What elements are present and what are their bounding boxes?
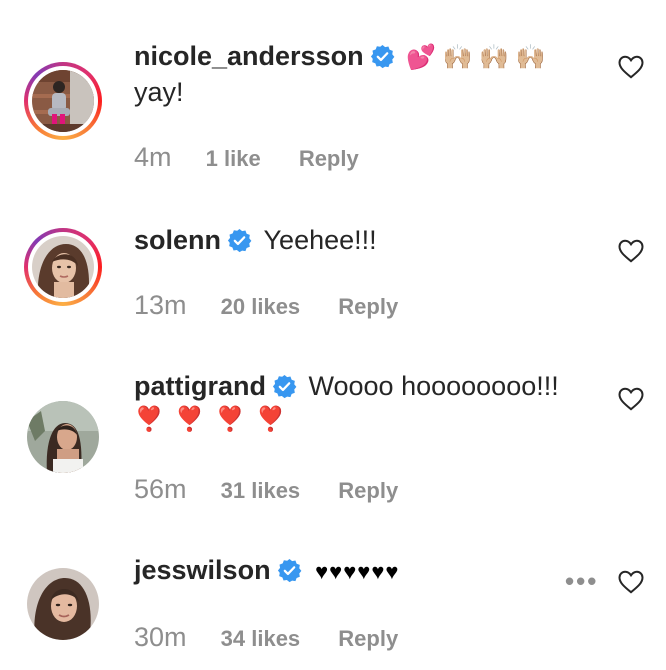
username[interactable]: solenn: [134, 225, 221, 255]
username[interactable]: jesswilson: [134, 555, 271, 585]
more-options-icon[interactable]: •••: [565, 566, 598, 597]
avatar[interactable]: [24, 228, 102, 306]
username[interactable]: pattigrand: [134, 371, 266, 401]
verified-badge-icon: [227, 228, 252, 253]
reply-button[interactable]: Reply: [338, 626, 398, 651]
timestamp[interactable]: 4m: [134, 142, 172, 172]
avatar-photo: [27, 401, 99, 473]
username[interactable]: nicole_andersson: [134, 41, 364, 71]
comment-text: ♥♥♥♥♥♥: [315, 559, 400, 584]
heart-outline-icon[interactable]: [618, 570, 644, 594]
avatar-photo: [27, 568, 99, 640]
reply-button[interactable]: Reply: [338, 478, 398, 503]
likes-count[interactable]: 20 likes: [221, 294, 301, 319]
emoji-reaction: 💕 🙌🏼 🙌🏼 🙌🏼: [406, 44, 546, 71]
likes-count[interactable]: 31 likes: [221, 478, 301, 503]
timestamp[interactable]: 30m: [134, 622, 187, 652]
avatar[interactable]: [24, 62, 102, 140]
verified-badge-icon: [277, 558, 302, 583]
reply-button[interactable]: Reply: [338, 294, 398, 319]
emoji-line: ❣️ ❣️ ❣️ ❣️: [134, 406, 288, 433]
avatar[interactable]: [24, 398, 102, 476]
avatar-photo: [32, 70, 94, 132]
heart-outline-icon[interactable]: [618, 55, 644, 79]
comment-text: Woooo hoooooooo!!!: [308, 371, 559, 401]
comment-text: yay!: [134, 77, 184, 107]
likes-count[interactable]: 1 like: [206, 146, 261, 171]
comment-text: Yeehee!!!: [263, 225, 377, 255]
heart-outline-icon[interactable]: [618, 387, 644, 411]
avatar[interactable]: [24, 565, 102, 643]
likes-count[interactable]: 34 likes: [221, 626, 301, 651]
verified-badge-icon: [272, 374, 297, 399]
avatar-photo: [32, 236, 94, 298]
timestamp[interactable]: 56m: [134, 474, 187, 504]
verified-badge-icon: [370, 44, 395, 69]
heart-outline-icon[interactable]: [618, 239, 644, 263]
reply-button[interactable]: Reply: [299, 146, 359, 171]
timestamp[interactable]: 13m: [134, 290, 187, 320]
